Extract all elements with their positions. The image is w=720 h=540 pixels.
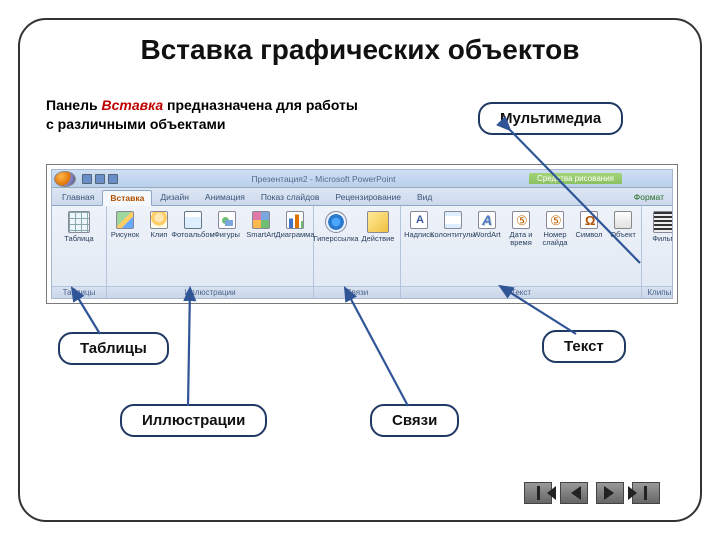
btn-label: Символ [575, 231, 602, 239]
btn-label: Фигуры [214, 231, 240, 239]
btn-label: Фильм [652, 235, 673, 243]
ribbon-btn-Фотоальбом[interactable]: Фотоальбом [177, 209, 209, 240]
window-title: Презентация2 - Microsoft PowerPoint [118, 174, 529, 184]
ribbon-btn-Фигуры[interactable]: Фигуры [211, 209, 243, 240]
btn-label: Рисунок [111, 231, 139, 239]
btn-label: Клип [151, 231, 168, 239]
obj-icon [614, 211, 632, 229]
smart-icon [252, 211, 270, 229]
nav-last-button[interactable] [632, 482, 660, 504]
ribbon-btn-Объект[interactable]: Объект [607, 209, 639, 240]
textbox-icon [410, 211, 428, 229]
callout-tables: Таблицы [58, 332, 169, 365]
btn-label: Диаграмма [276, 231, 315, 239]
group-label: Связи [314, 286, 400, 298]
ribbon-btn-Фильм[interactable]: Фильм [644, 209, 673, 244]
pic-icon [116, 211, 134, 229]
btn-label: Гиперссылка [313, 235, 358, 243]
clip-icon [150, 211, 168, 229]
ribbon-btn-Действие[interactable]: Действие [358, 209, 398, 244]
ribbon-btn-Гиперссылка[interactable]: Гиперссылка [316, 209, 356, 244]
group-label: Текст [401, 286, 641, 298]
btn-label: WordArt [473, 231, 500, 239]
link-icon [325, 211, 347, 233]
btn-label: Дата и время [506, 231, 536, 247]
album-icon [184, 211, 202, 229]
tab-показ слайдов[interactable]: Показ слайдов [253, 189, 328, 205]
group-Текст: НадписьКолонтитулыWordArtДата и времяНом… [401, 206, 642, 298]
ribbon-btn-SmartArt[interactable]: SmartArt [245, 209, 277, 240]
btn-label: SmartArt [246, 231, 276, 239]
tab-дизайн[interactable]: Дизайн [152, 189, 197, 205]
nav-buttons [524, 482, 660, 504]
group-label: Таблицы [52, 286, 106, 298]
tab-рецензирование[interactable]: Рецензирование [327, 189, 409, 205]
group-Связи: Гиперссылка Действие Связи [314, 206, 401, 298]
tab-главная[interactable]: Главная [54, 189, 102, 205]
callout-multimedia: Мультимедиа [478, 102, 623, 135]
slide-frame: Вставка графических объектов Панель Вста… [18, 18, 702, 522]
film-icon [653, 211, 673, 233]
slide-description: Панель Вставка предназначена для работы … [46, 96, 366, 134]
callout-text: Текст [542, 330, 626, 363]
date-icon [512, 211, 530, 229]
ribbon-btn-Рисунок[interactable]: Рисунок [109, 209, 141, 240]
btn-label: Фотоальбом [171, 231, 214, 239]
tab-формат[interactable]: Формат [626, 189, 672, 205]
btn-label: Действие [362, 235, 395, 243]
group-label: Иллюстрации [107, 286, 313, 298]
titlebar: Презентация2 - Microsoft PowerPoint Сред… [52, 170, 672, 188]
ribbon-screenshot: Презентация2 - Microsoft PowerPoint Сред… [46, 164, 678, 304]
callout-illustrations: Иллюстрации [120, 404, 267, 437]
hf-icon [444, 211, 462, 229]
table-icon [68, 211, 90, 233]
chart-icon [286, 211, 304, 229]
tab-вид[interactable]: Вид [409, 189, 440, 205]
ribbon-groups: ТаблицаТаблицыРисунокКлипФотоальбомФигур… [52, 206, 672, 298]
btn-label: Номер слайда [540, 231, 570, 247]
btn-label: Таблица [64, 235, 93, 243]
ribbon-tabs: ГлавнаяВставкаДизайнАнимацияПоказ слайдо… [52, 188, 672, 206]
ribbon-btn-Номер слайда[interactable]: Номер слайда [539, 209, 571, 248]
group-Таблицы: Таблица Таблицы [52, 206, 107, 298]
btn-label: Объект [610, 231, 636, 239]
ribbon-btn-Колонтитулы[interactable]: Колонтитулы [437, 209, 469, 240]
action-icon [367, 211, 389, 233]
nav-prev-button[interactable] [560, 482, 588, 504]
slide-title: Вставка графических объектов [20, 34, 700, 66]
ribbon-btn-Таблица[interactable]: Таблица [54, 209, 104, 244]
ribbon-btn-Символ[interactable]: Символ [573, 209, 605, 240]
quick-access-toolbar[interactable] [82, 174, 118, 184]
ribbon-btn-Клип[interactable]: Клип [143, 209, 175, 240]
ribbon-btn-Диаграмма[interactable]: Диаграмма [279, 209, 311, 240]
tab-анимация[interactable]: Анимация [197, 189, 253, 205]
ribbon-btn-Дата и время[interactable]: Дата и время [505, 209, 537, 248]
group-Иллюстрации: РисунокКлипФотоальбомФигурыSmartArtДиагр… [107, 206, 314, 298]
wordart-icon [478, 211, 496, 229]
date-icon [546, 211, 564, 229]
nav-first-button[interactable] [524, 482, 552, 504]
btn-label: Колонтитулы [430, 231, 476, 239]
sym-icon [580, 211, 598, 229]
callout-links: Связи [370, 404, 459, 437]
group-label: Клипы мультимедиа [642, 286, 673, 298]
context-tab-label: Средства рисования [529, 173, 622, 184]
office-button-icon[interactable] [54, 171, 76, 187]
group-Клипы мультимедиа: ФильмЗвукКлипы мультимедиа [642, 206, 673, 298]
tab-вставка[interactable]: Вставка [102, 190, 152, 206]
nav-next-button[interactable] [596, 482, 624, 504]
shapes-icon [218, 211, 236, 229]
ribbon-btn-WordArt[interactable]: WordArt [471, 209, 503, 240]
